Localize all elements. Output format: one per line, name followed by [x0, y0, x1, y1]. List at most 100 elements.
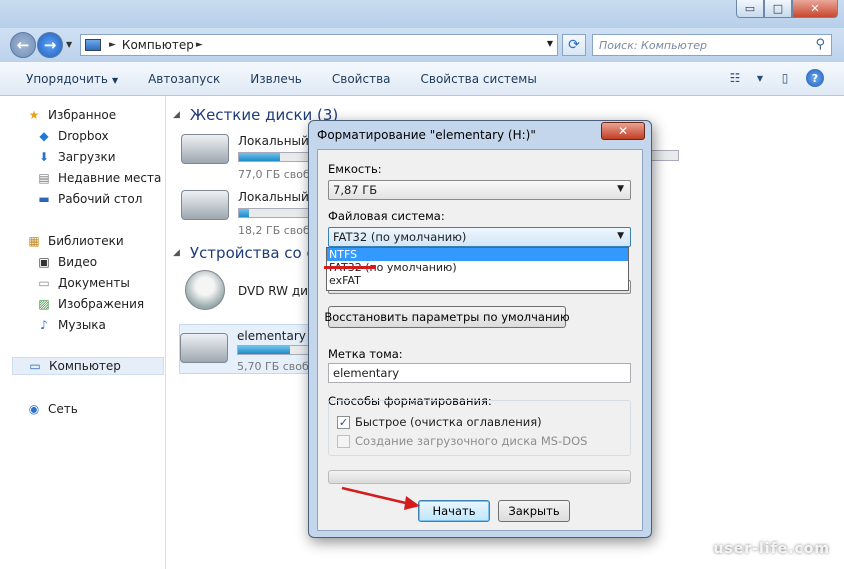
- sidebar-item-label: Dropbox: [58, 129, 109, 143]
- sidebar-item-label: Загрузки: [58, 150, 116, 164]
- organize-label: Упорядочить: [26, 71, 108, 86]
- red-underline-annotation: [324, 266, 376, 269]
- restore-defaults-button[interactable]: Восстановить параметры по умолчанию: [324, 306, 570, 328]
- address-bar[interactable]: ► Компьютер ► ▼: [80, 34, 558, 56]
- drive-item[interactable]: Локальный д 18,2 ГБ своб: [181, 182, 368, 237]
- maximize-button[interactable]: □: [764, 0, 792, 18]
- change-view-icon[interactable]: ☷: [726, 69, 744, 87]
- sidebar-item-documents[interactable]: ▭ Документы: [36, 274, 130, 292]
- breadcrumb-chevron-icon[interactable]: ►: [196, 40, 203, 50]
- sidebar-item-images[interactable]: ▨ Изображения: [36, 295, 144, 313]
- drive-item-selected[interactable]: elementary (H:) 5,70 ГБ своб: [179, 324, 367, 374]
- recent-pages-chevron-icon[interactable]: ▼: [66, 40, 72, 49]
- breadcrumb-separator-icon[interactable]: ►: [109, 40, 116, 50]
- drive-item[interactable]: Локальный д 77,0 ГБ своб: [181, 126, 368, 181]
- filesystem-option-ntfs[interactable]: NTFS: [327, 248, 628, 261]
- back-button[interactable]: ←: [10, 32, 36, 58]
- sidebar-item-label: Видео: [58, 255, 98, 269]
- dropbox-icon: ◆: [39, 129, 49, 143]
- sidebar-item-label: Документы: [58, 276, 130, 290]
- navigation-pane: ★ Избранное ◆ Dropbox ⬇ Загрузки ▤ Недавние …: [0, 96, 166, 569]
- star-icon: ★: [28, 108, 40, 122]
- volume-label-input[interactable]: elementary: [328, 363, 631, 383]
- drive-free-space: 5,70 ГБ своб: [237, 360, 309, 373]
- preview-pane-icon[interactable]: ▯: [776, 69, 794, 87]
- search-input[interactable]: Поиск: Компьютер ⚲: [592, 34, 832, 56]
- properties-button[interactable]: Свойства: [332, 72, 391, 86]
- close-button[interactable]: ✕: [792, 0, 838, 18]
- sidebar-item-label: Сеть: [48, 402, 78, 416]
- drive-usage-bar-extension: [651, 150, 679, 161]
- dialog-body: Емкость: 7,87 ГБ ▼ Файловая система: FAT3…: [317, 149, 643, 531]
- documents-icon: ▭: [38, 276, 50, 290]
- close-dialog-button[interactable]: Закрыть: [498, 500, 570, 522]
- computer-icon: [85, 39, 101, 51]
- chevron-down-icon: ▼: [617, 184, 624, 194]
- navigation-bar: ← → ▼ ► Компьютер ► ▼ ⟳ Поиск: Компьютер…: [0, 28, 844, 62]
- search-icon[interactable]: ⚲: [815, 37, 825, 52]
- drive-usage-fill: [239, 209, 250, 217]
- quick-format-label: Быстрое (очистка оглавления): [355, 415, 542, 429]
- checkbox-unchecked-icon: [337, 434, 350, 448]
- network-icon: ◉: [28, 402, 40, 416]
- drive-usage-fill: [239, 153, 280, 161]
- sidebar-item-computer[interactable]: ▭ Компьютер: [12, 357, 164, 375]
- capacity-label: Емкость:: [328, 162, 382, 176]
- sidebar-item-network[interactable]: ◉ Сеть: [26, 400, 78, 418]
- eject-button[interactable]: Извлечь: [250, 72, 302, 86]
- window-titlebar: ▭ □ ✕: [0, 0, 844, 28]
- sidebar-item-label: Избранное: [48, 108, 117, 122]
- filesystem-dropdown-list: NTFS FAT32 (по умолчанию) exFAT: [326, 247, 629, 291]
- view-controls: ☷ ▼ ▯ ?: [726, 69, 824, 87]
- start-button[interactable]: Начать: [418, 500, 490, 522]
- sidebar-item-favorites[interactable]: ★ Избранное: [26, 106, 117, 124]
- sidebar-item-recent[interactable]: ▤ Недавние места: [36, 169, 161, 187]
- quick-format-checkbox[interactable]: ✓ Быстрое (очистка оглавления): [337, 415, 542, 429]
- search-placeholder: Поиск: Компьютер: [599, 38, 707, 52]
- drive-free-space: 18,2 ГБ своб: [238, 224, 310, 237]
- downloads-folder-icon: ⬇: [38, 150, 50, 164]
- sidebar-item-music[interactable]: ♪ Музыка: [36, 316, 106, 334]
- command-toolbar: Упорядочить ▼ Автозапуск Извлечь Свойства…: [0, 62, 844, 96]
- minimize-button[interactable]: ▭: [736, 0, 764, 18]
- images-icon: ▨: [38, 297, 50, 311]
- hard-drive-icon: [181, 190, 229, 220]
- refresh-button[interactable]: ⟳: [562, 34, 586, 56]
- removable-devices-label: Устройства со съ: [189, 244, 326, 262]
- capacity-select[interactable]: 7,87 ГБ ▼: [328, 180, 631, 200]
- drive-item[interactable]: DVD RW диск: [181, 270, 322, 322]
- dialog-close-button[interactable]: ✕: [601, 122, 645, 140]
- watermark: user-life.com: [713, 541, 830, 557]
- chevron-down-icon: ▼: [617, 231, 624, 241]
- autoplay-button[interactable]: Автозапуск: [148, 72, 220, 86]
- msdos-boot-label: Создание загрузочного диска MS-DOS: [355, 434, 588, 448]
- filesystem-value: FAT32 (по умолчанию): [333, 230, 467, 244]
- window-controls: ▭ □ ✕: [736, 0, 838, 18]
- sidebar-item-video[interactable]: ▣ Видео: [36, 253, 97, 271]
- breadcrumb-computer[interactable]: Компьютер: [122, 38, 194, 52]
- music-icon: ♪: [40, 318, 48, 332]
- sidebar-item-desktop[interactable]: ▬ Рабочий стол: [36, 190, 142, 208]
- address-dropdown-icon[interactable]: ▼: [547, 39, 553, 48]
- filesystem-select[interactable]: FAT32 (по умолчанию) ▼: [328, 227, 631, 247]
- libraries-icon: ▦: [28, 234, 40, 248]
- organize-menu[interactable]: Упорядочить ▼: [26, 72, 118, 86]
- volume-label-caption: Метка тома:: [328, 347, 403, 361]
- dvd-drive-icon: [185, 270, 225, 310]
- usb-drive-icon: [180, 333, 228, 363]
- view-options-chevron-icon[interactable]: ▼: [756, 69, 764, 87]
- drive-free-space: 77,0 ГБ своб: [238, 168, 310, 181]
- sidebar-item-downloads[interactable]: ⬇ Загрузки: [36, 148, 116, 166]
- help-icon[interactable]: ?: [806, 69, 824, 87]
- system-properties-button[interactable]: Свойства системы: [421, 72, 537, 86]
- forward-button[interactable]: →: [37, 32, 63, 58]
- format-progress-bar: [328, 470, 631, 484]
- collapse-triangle-icon[interactable]: ◢: [173, 248, 180, 258]
- format-options-group: ✓ Быстрое (очистка оглавления) Создание з…: [328, 400, 631, 456]
- collapse-triangle-icon[interactable]: ◢: [173, 110, 180, 120]
- video-icon: ▣: [38, 255, 50, 269]
- sidebar-item-libraries[interactable]: ▦ Библиотеки: [26, 232, 123, 250]
- sidebar-item-dropbox[interactable]: ◆ Dropbox: [36, 127, 109, 145]
- filesystem-option-exfat[interactable]: exFAT: [327, 274, 628, 287]
- removable-devices-header[interactable]: ◢ Устройства со съ: [173, 244, 325, 262]
